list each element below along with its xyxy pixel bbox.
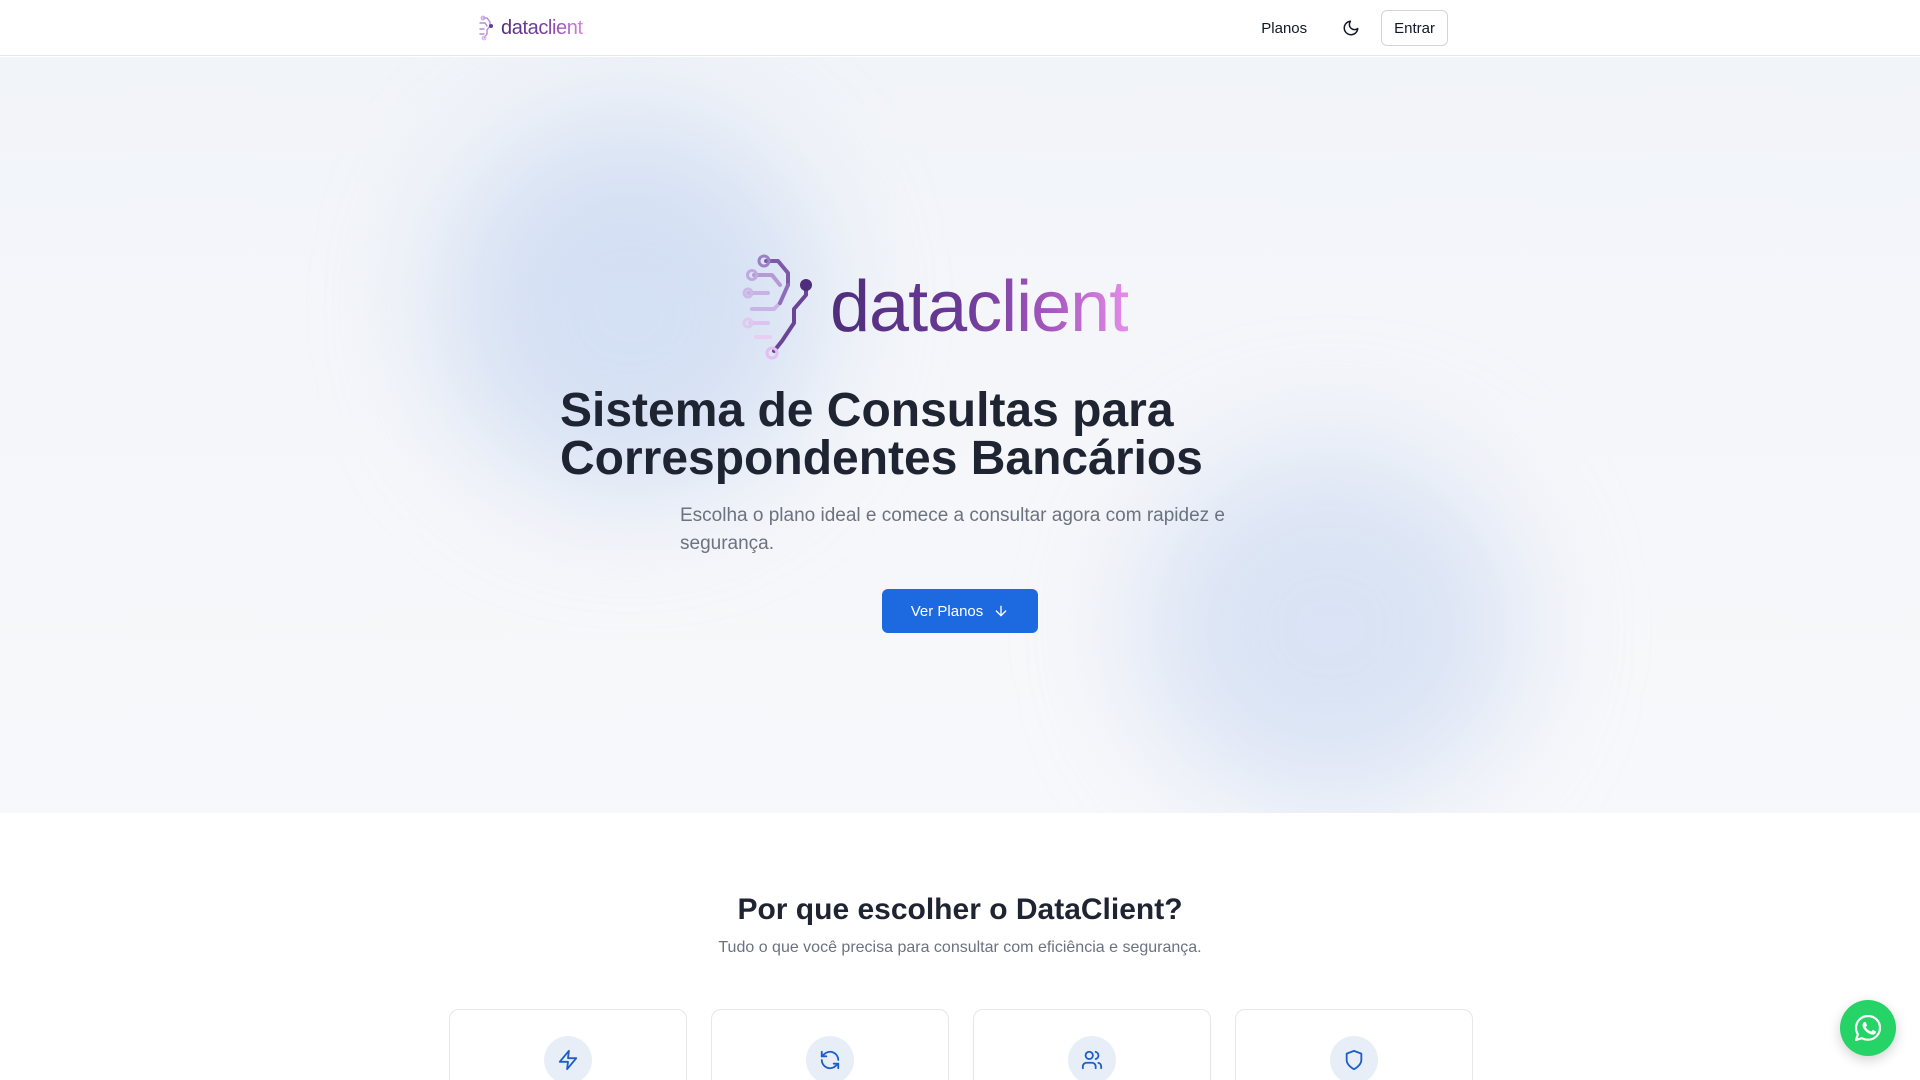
hero-subtitle-line: segurança. <box>680 533 775 554</box>
hero-title-line: Sistema de Consultas para <box>560 384 1174 437</box>
logo-circuit-icon <box>479 15 493 41</box>
hero-title: Sistema de Consultas para Correspondente… <box>560 387 1360 483</box>
moon-icon <box>1343 20 1359 36</box>
features-subtitle: Tudo o que você precisa para consultar c… <box>718 939 1202 956</box>
hero-subtitle: Escolha o plano ideal e comece a consult… <box>680 502 1240 558</box>
view-plans-label: Ver Planos <box>910 602 984 620</box>
whatsapp-button[interactable] <box>1840 1000 1896 1056</box>
feature-card <box>973 1009 1211 1080</box>
feature-icon-badge <box>1330 1036 1378 1080</box>
features-section: Por que escolher o DataClient? Tudo o qu… <box>0 813 1920 1080</box>
theme-toggle-button[interactable] <box>1333 10 1369 46</box>
hero-subtitle-line: Escolha o plano ideal e comece a consult… <box>680 505 1225 526</box>
hero-title-line: Correspondentes Bancários <box>560 432 1203 485</box>
feature-card <box>449 1009 687 1080</box>
view-plans-button[interactable]: Ver Planos <box>882 589 1038 633</box>
nav-link-plans[interactable]: Planos <box>1247 12 1321 45</box>
navbar-container: dataclient Planos Entrar <box>477 0 1448 56</box>
top-navbar: dataclient Planos Entrar <box>0 0 1920 56</box>
shield-icon <box>1345 1049 1363 1071</box>
whatsapp-icon <box>1854 1014 1882 1042</box>
feature-icon-badge <box>806 1036 854 1080</box>
feature-card <box>711 1009 949 1080</box>
hero-logo-text: dataclient <box>830 267 1129 347</box>
refresh-icon <box>820 1050 840 1070</box>
header-logo-text: dataclient <box>501 16 583 39</box>
logo-circuit-icon <box>742 254 812 360</box>
navbar-actions: Planos Entrar <box>1247 10 1448 46</box>
login-button[interactable]: Entrar <box>1381 10 1448 46</box>
hero-logo: dataclient <box>740 247 1190 367</box>
hero-background-blob <box>1140 447 1520 807</box>
hero-section: dataclient Sistema de Consultas para Cor… <box>0 57 1920 813</box>
lightning-icon <box>558 1049 578 1071</box>
feature-icon-badge <box>1068 1036 1116 1080</box>
feature-icon-badge <box>544 1036 592 1080</box>
arrow-down-icon <box>995 605 1007 617</box>
feature-card <box>1235 1009 1473 1080</box>
header-logo[interactable]: dataclient <box>477 14 583 42</box>
features-title: Por que escolher o DataClient? <box>737 893 1183 926</box>
users-icon <box>1081 1050 1103 1070</box>
